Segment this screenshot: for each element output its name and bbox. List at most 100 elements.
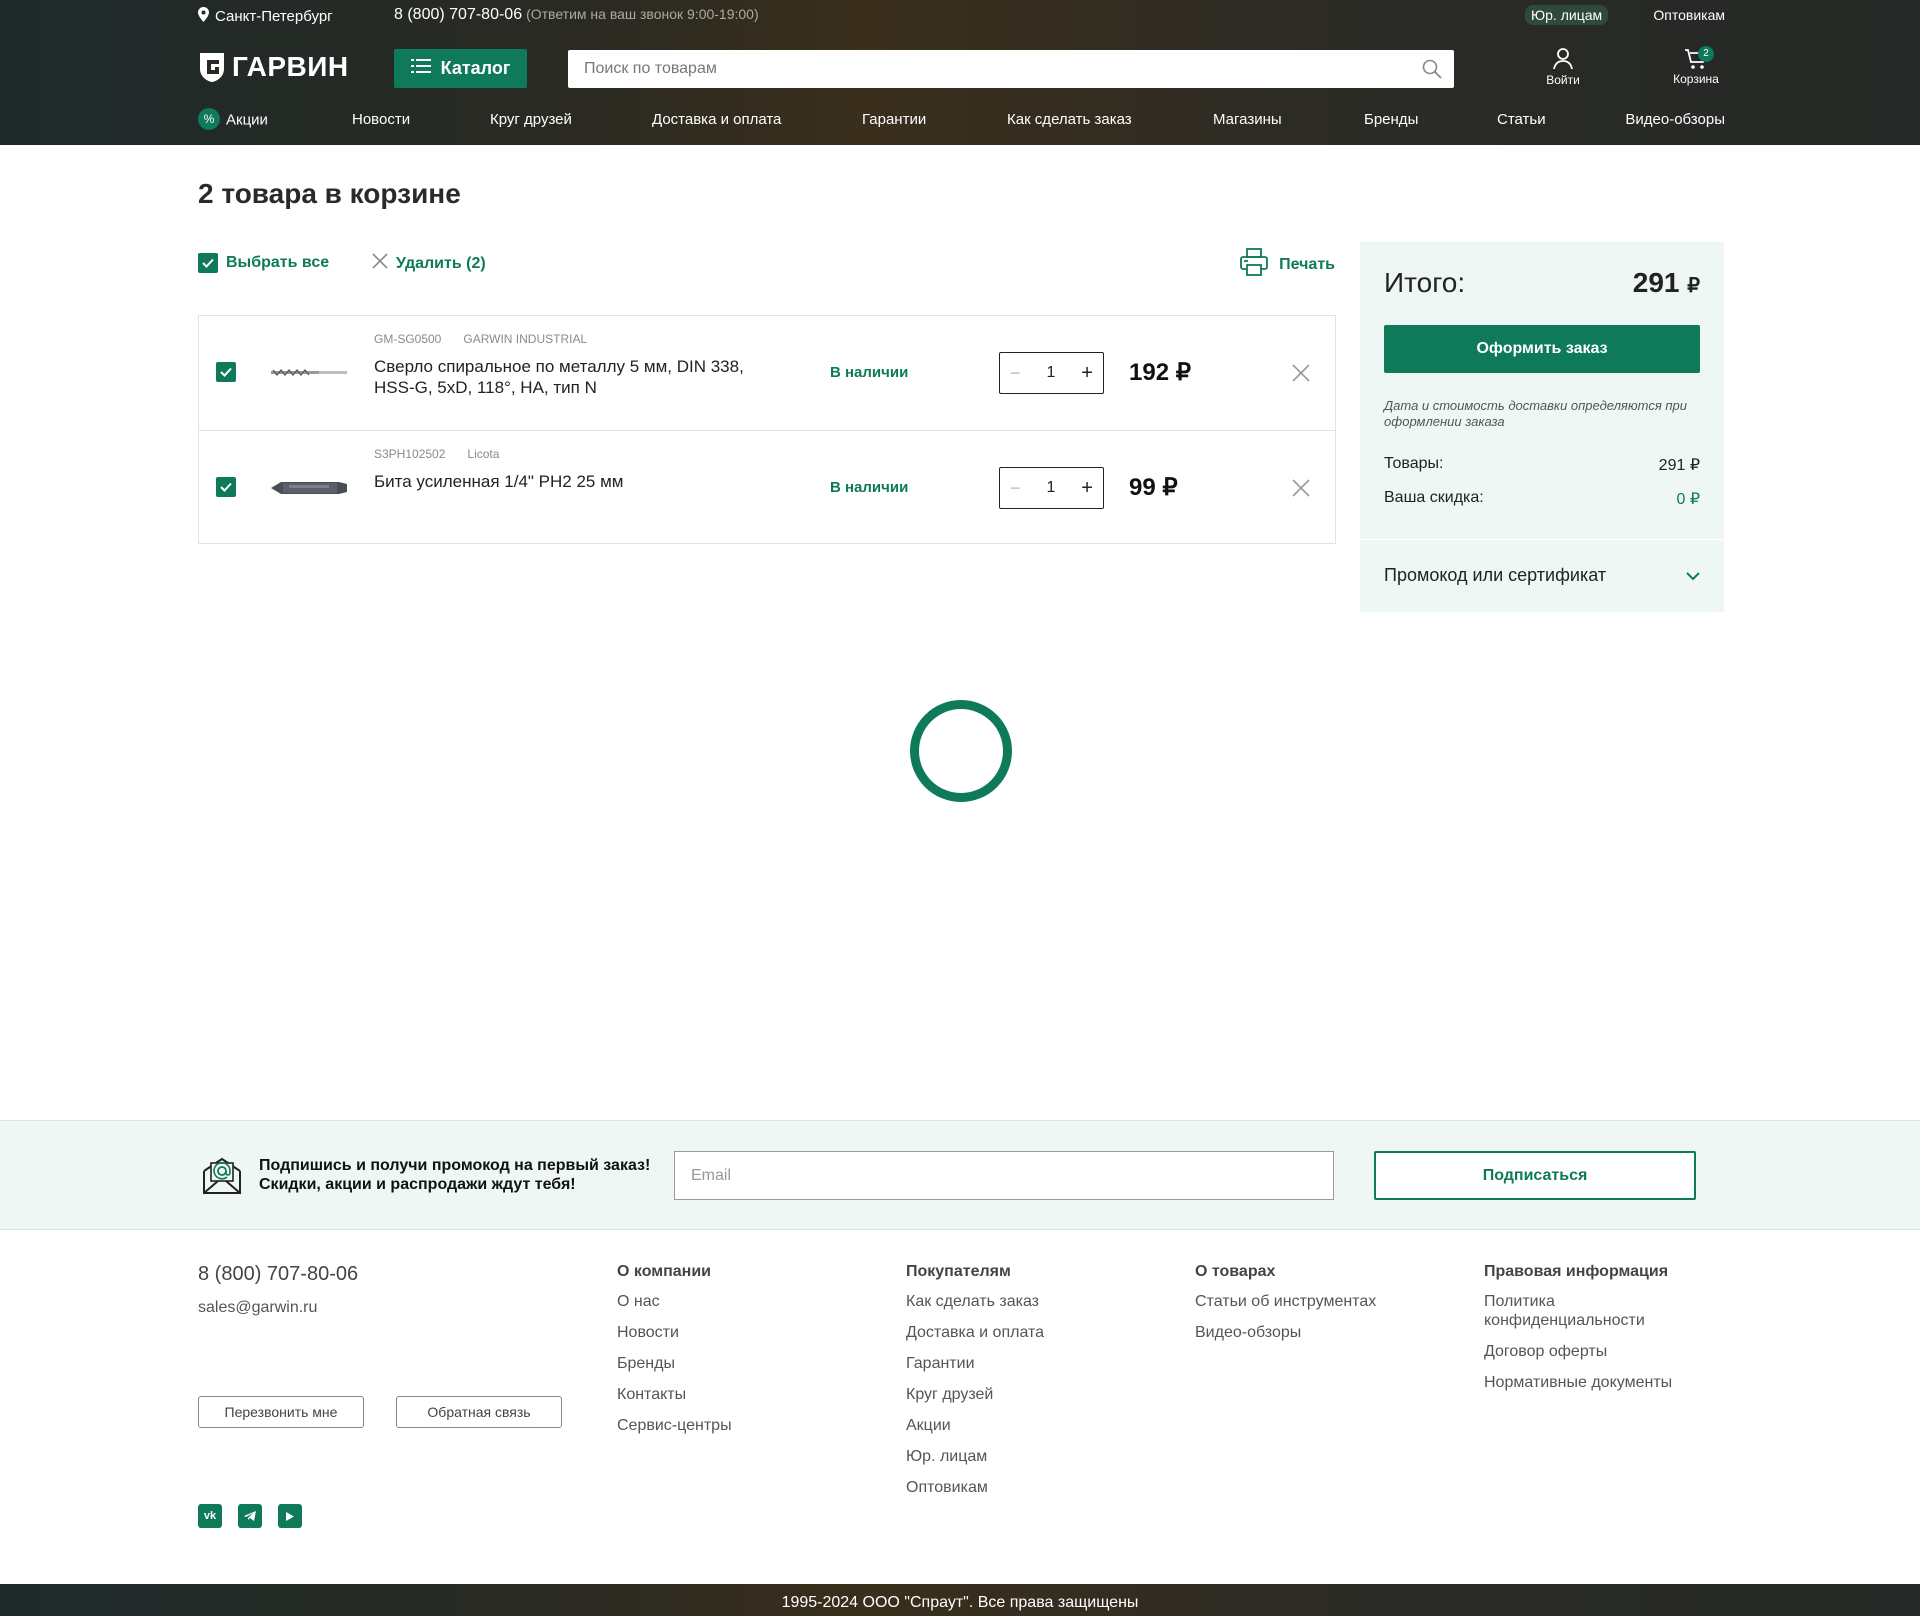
footer-col-products: О товарах Статьи об инструментах Видео-о… (1195, 1263, 1376, 1354)
footer-col-title: Покупателям (906, 1263, 1011, 1280)
telegram-icon[interactable] (238, 1504, 262, 1528)
header-main: ГАРВИН Каталог Войти 2 (198, 46, 1726, 88)
product-name-link[interactable]: Сверло спиральное по металлу 5 мм, DIN 3… (374, 356, 764, 398)
email-field[interactable] (675, 1152, 1333, 1199)
menu-list-icon (410, 58, 431, 79)
vk-icon[interactable]: vk (198, 1504, 222, 1528)
envelope-email-icon (200, 1153, 244, 1202)
quantity-value[interactable]: 1 (1046, 479, 1055, 497)
cart-button[interactable]: 2 Корзина (1666, 46, 1726, 86)
decrement-button[interactable]: − (1010, 363, 1021, 384)
city-name: Санкт-Петербург (215, 8, 333, 25)
footer-link[interactable]: Договор оферты (1484, 1342, 1694, 1361)
feedback-button[interactable]: Обратная связь (396, 1396, 562, 1428)
promo-code-toggle[interactable]: Промокод или сертификат (1384, 565, 1700, 586)
delete-selected-button[interactable]: Удалить (2) (372, 253, 486, 274)
footer-link[interactable]: Оптовикам (906, 1478, 1044, 1497)
footer-link[interactable]: Новости (617, 1323, 732, 1342)
product-image-bit[interactable] (269, 471, 349, 505)
footer-link[interactable]: Политика конфиденциальности (1484, 1292, 1694, 1330)
header-phone-number: 8 (800) 707-80-06 (394, 6, 523, 23)
chevron-down-icon (1686, 565, 1700, 586)
logo[interactable]: ГАРВИН (198, 51, 349, 83)
footer-link[interactable]: Бренды (617, 1354, 732, 1373)
footer-link[interactable]: Юр. лицам (906, 1447, 1044, 1466)
footer-link[interactable]: Нормативные документы (1484, 1373, 1694, 1392)
cart-item-row: S3PH102502 Licota Бита усиленная 1/4" PH2… (199, 430, 1335, 544)
footer-link[interactable]: Гарантии (906, 1354, 1044, 1373)
quantity-value[interactable]: 1 (1046, 364, 1055, 382)
select-all-checkbox[interactable]: Выбрать все (198, 253, 329, 273)
footer-email[interactable]: sales@garwin.ru (198, 1299, 317, 1317)
footer-link[interactable]: Контакты (617, 1385, 732, 1404)
item-checkbox[interactable] (216, 477, 236, 497)
footer-link[interactable]: Сервис-центры (617, 1416, 732, 1435)
footer-col-customers: Покупателям Как сделать заказ Доставка и… (906, 1263, 1044, 1509)
footer-link[interactable]: Статьи об инструментах (1195, 1292, 1376, 1311)
remove-item-icon[interactable] (1292, 364, 1310, 387)
product-sku: S3PH102502 (374, 447, 446, 461)
nav-item-delivery[interactable]: Доставка и оплата (652, 111, 781, 128)
nav-item-promotions[interactable]: % Акции (198, 108, 268, 130)
location-pin-icon (198, 7, 209, 26)
item-checkbox[interactable] (216, 362, 236, 382)
nav-item-video-reviews[interactable]: Видео-обзоры (1625, 111, 1725, 128)
logo-shield-icon (198, 51, 226, 83)
footer-link[interactable]: Круг друзей (906, 1385, 1044, 1404)
product-name-link[interactable]: Бита усиленная 1/4" PH2 25 мм (374, 471, 764, 492)
footer-link[interactable]: Как сделать заказ (906, 1292, 1044, 1311)
remove-item-icon[interactable] (1292, 479, 1310, 502)
header-phone[interactable]: 8 (800) 707-80-06 (Ответим на ваш звонок … (394, 6, 759, 24)
nav-item-how-to-order[interactable]: Как сделать заказ (1007, 111, 1132, 128)
order-summary: Итого: 291 ₽ Оформить заказ Дата и стоим… (1360, 242, 1724, 612)
checkbox-checked-icon (198, 253, 218, 273)
login-button[interactable]: Войти (1538, 48, 1588, 87)
product-image-drill[interactable] (269, 356, 349, 390)
city-selector[interactable]: Санкт-Петербург (198, 7, 333, 26)
delete-selected-label: Удалить (2) (396, 254, 486, 272)
phone-hours-note: (Ответим на ваш звонок 9:00-19:00) (526, 6, 759, 22)
cart-label: Корзина (1673, 72, 1719, 86)
search-input[interactable] (568, 50, 1388, 88)
increment-button[interactable]: + (1081, 362, 1093, 385)
subscribe-section: Подпишись и получи промокод на первый за… (0, 1120, 1920, 1230)
footer-link[interactable]: Доставка и оплата (906, 1323, 1044, 1342)
decrement-button[interactable]: − (1010, 478, 1021, 499)
subscribe-button[interactable]: Подписаться (1374, 1151, 1696, 1200)
corporate-link[interactable]: Юр. лицам (1525, 5, 1609, 25)
wholesale-link[interactable]: Оптовикам (1653, 7, 1725, 23)
footer-link[interactable]: Видео-обзоры (1195, 1323, 1376, 1342)
callback-button[interactable]: Перезвонить мне (198, 1396, 364, 1428)
delivery-note: Дата и стоимость доставки определяются п… (1384, 398, 1687, 429)
discount-label: Ваша скидка: (1384, 489, 1484, 506)
product-brand: Licota (467, 447, 500, 461)
page-title: 2 товара в корзине (198, 178, 461, 209)
nav-item-stores[interactable]: Магазины (1213, 111, 1282, 128)
increment-button[interactable]: + (1081, 477, 1093, 500)
cart-count-badge: 2 (1698, 46, 1714, 62)
print-button[interactable]: Печать (1239, 247, 1335, 282)
discount-value: 0 ₽ (1676, 491, 1700, 508)
checkout-button[interactable]: Оформить заказ (1384, 325, 1700, 373)
nav-item-warranty[interactable]: Гарантии (862, 111, 926, 128)
social-links: vk (198, 1504, 302, 1528)
loading-spinner (910, 700, 1012, 802)
footer-phone[interactable]: 8 (800) 707-80-06 (198, 1263, 358, 1286)
copyright-bar: 1995-2024 ООО "Спраут". Все права защище… (0, 1584, 1920, 1616)
search-icon[interactable] (1422, 59, 1442, 84)
subscribe-line-2: Скидки, акции и распродажи ждут тебя! (259, 1176, 576, 1193)
item-price: 99 ₽ (1129, 474, 1178, 501)
cart-item-row: GM-SG0500 GARWIN INDUSTRIAL Сверло спирал… (199, 316, 1335, 430)
footer-link[interactable]: Акции (906, 1416, 1044, 1435)
cart-icon-wrap: 2 (1666, 46, 1726, 72)
logo-text: ГАРВИН (232, 51, 349, 82)
footer-link[interactable]: О нас (617, 1292, 732, 1311)
nav-item-articles[interactable]: Статьи (1497, 111, 1546, 128)
main-nav: % Акции Новости Круг друзей Доставка и оп… (198, 108, 1725, 133)
nav-item-brands[interactable]: Бренды (1364, 111, 1418, 128)
nav-item-friends[interactable]: Круг друзей (490, 111, 572, 128)
catalog-button[interactable]: Каталог (394, 49, 527, 88)
nav-item-news[interactable]: Новости (352, 111, 410, 128)
youtube-icon[interactable] (278, 1504, 302, 1528)
discount-line: Ваша скидка: 0 ₽ (1384, 489, 1700, 509)
